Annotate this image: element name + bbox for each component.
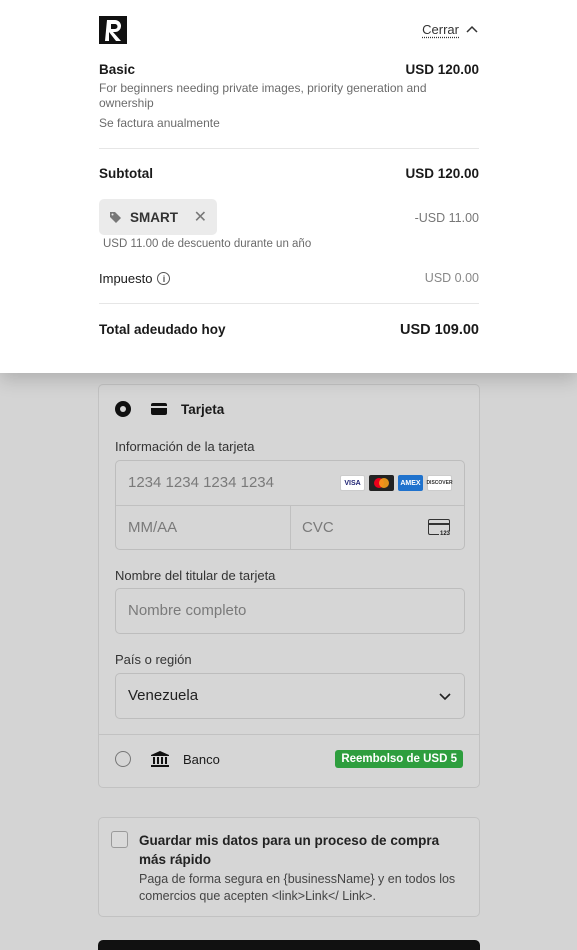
holder-placeholder: Nombre completo <box>128 602 247 619</box>
subtotal-row: Subtotal USD 120.00 <box>99 166 479 181</box>
country-value: Venezuela <box>128 687 199 704</box>
promo-note: USD 11.00 de descuento durante un año <box>103 238 312 250</box>
brand-logo <box>99 16 127 44</box>
brand-logo-icon <box>99 16 127 44</box>
refund-badge: Reembolso de USD 5 <box>335 750 463 768</box>
order-summary-sheet: Cerrar Basic USD 120.00 For beginners ne… <box>0 0 577 373</box>
card-number-input[interactable]: 1234 1234 1234 1234 <box>128 461 274 505</box>
divider <box>290 505 291 549</box>
divider <box>99 734 479 735</box>
plan-description: For beginners needing private images, pr… <box>99 81 427 110</box>
tax-row: Impuesto i USD 0.00 <box>99 271 479 286</box>
remove-promo-icon[interactable]: ✕ <box>194 207 207 227</box>
discover-icon: DISCOVER <box>426 475 453 491</box>
promo-code-chip: SMART ✕ <box>99 199 217 235</box>
country-select[interactable]: Venezuela <box>115 673 465 719</box>
tag-icon <box>110 211 121 223</box>
holder-label: Nombre del titular de tarjeta <box>115 568 276 583</box>
submit-button[interactable] <box>98 940 480 950</box>
bank-method-option[interactable]: Banco <box>115 751 220 767</box>
card-input-group: 1234 1234 1234 1234 VISA AMEX DISCOVER M… <box>115 460 465 550</box>
close-summary-button[interactable]: Cerrar <box>422 22 479 37</box>
plan-name: Basic <box>99 62 136 77</box>
plan-price: USD 120.00 <box>405 62 479 77</box>
chevron-up-icon <box>466 25 478 33</box>
tax-value: USD 0.00 <box>424 271 479 285</box>
radio-selected-icon[interactable] <box>115 401 131 417</box>
info-icon[interactable]: i <box>157 272 171 285</box>
promo-code: SMART <box>130 209 178 225</box>
chevron-down-icon <box>439 693 451 701</box>
cardholder-name-input[interactable]: Nombre completo <box>115 588 465 634</box>
total-row: Total adeudado hoy USD 109.00 <box>99 322 479 338</box>
radio-unselected-icon[interactable] <box>115 751 131 767</box>
cvc-icon-text: 123 <box>438 531 451 537</box>
save-info-description: Paga de forma segura en {businessName} y… <box>139 872 456 903</box>
card-brands: VISA AMEX DISCOVER <box>340 475 453 491</box>
divider <box>99 303 479 304</box>
card-method-label: Tarjeta <box>181 401 225 417</box>
plan-billing-period: Se factura anualmente <box>99 116 220 130</box>
card-method-option[interactable]: Tarjeta <box>115 401 224 417</box>
plan-row: Basic USD 120.00 <box>99 62 479 77</box>
promo-discount-amount: -USD 11.00 <box>414 211 479 225</box>
divider <box>99 148 479 149</box>
cvc-card-icon: 123 <box>428 519 451 537</box>
bank-method-label: Banco <box>183 751 220 767</box>
visa-icon: VISA <box>340 475 365 491</box>
subtotal-value: USD 120.00 <box>405 166 479 181</box>
save-info-checkbox[interactable] <box>111 831 128 848</box>
credit-card-icon <box>151 403 167 415</box>
total-label: Total adeudado hoy <box>99 322 226 337</box>
total-value: USD 109.00 <box>400 322 479 338</box>
amex-icon: AMEX <box>398 475 423 491</box>
close-label: Cerrar <box>422 22 459 37</box>
save-info-title[interactable]: Guardar mis datos para un proceso de com… <box>139 831 469 869</box>
country-label: País o región <box>115 652 192 667</box>
mastercard-icon <box>369 475 394 491</box>
cvc-input[interactable]: CVC <box>302 506 334 550</box>
expiry-input[interactable]: MM/AA <box>128 506 177 550</box>
bank-icon <box>151 751 169 767</box>
tax-label: Impuesto <box>99 271 153 286</box>
subtotal-label: Subtotal <box>99 166 153 181</box>
payment-method-panel: Tarjeta Información de la tarjeta 1234 1… <box>98 384 480 788</box>
card-info-label: Información de la tarjeta <box>115 439 255 454</box>
save-info-panel: Guardar mis datos para un proceso de com… <box>98 817 480 917</box>
